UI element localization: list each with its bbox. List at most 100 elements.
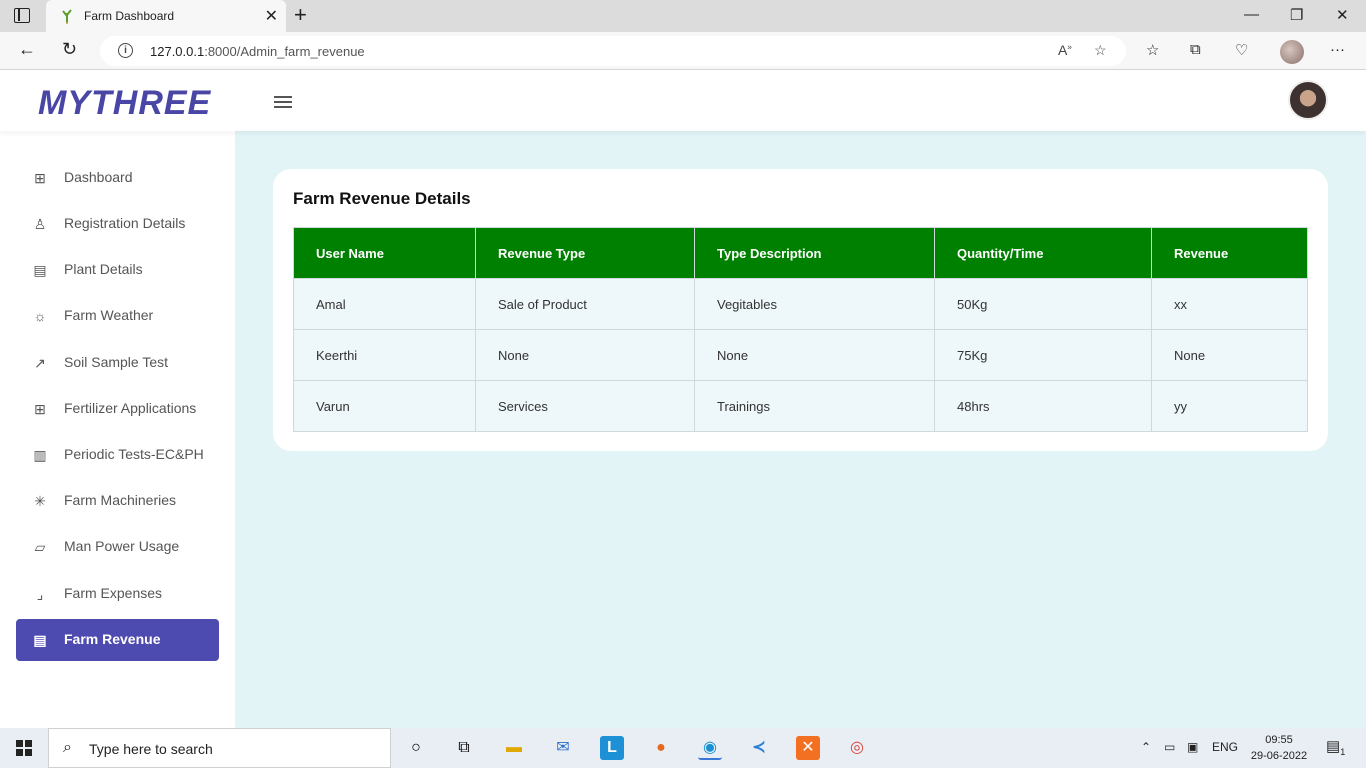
back-icon[interactable]: ← [18,39,36,60]
taskbar-search-input[interactable]: ⌕ Type here to search [48,728,391,768]
notification-count: 1 [1340,747,1346,757]
browser-essentials-icon[interactable]: ♡ [1235,41,1248,59]
column-header: Quantity/Time [934,227,1152,279]
table-cell: 50Kg [934,278,1152,330]
revenue-card: Farm Revenue Details User Name Revenue T… [273,169,1328,451]
minimize-window-icon[interactable]: — [1244,6,1259,23]
xampp-icon[interactable]: ✕ [796,736,820,760]
url-host: 127.0.0.1 [150,44,205,59]
profile-avatar[interactable] [1280,40,1304,64]
chrome-icon[interactable]: ◎ [845,736,869,760]
mail-icon[interactable]: ✉ [551,736,575,760]
tray-device-icon[interactable]: ▭ [1164,740,1175,754]
table-row: Amal Sale of Product Vegitables 50Kg xx [293,278,1308,330]
firefox-icon[interactable]: ● [649,736,673,760]
close-tab-icon[interactable]: ✕ [265,6,278,26]
language-indicator[interactable]: ENG [1212,740,1238,754]
edge-icon[interactable]: ◉ [698,736,722,760]
cortana-icon[interactable]: ○ [404,736,428,760]
revenue-table: User Name Revenue Type Type Description … [293,227,1308,432]
windows-start-icon[interactable] [16,740,32,756]
table-cell: None [694,329,935,381]
read-aloud-icon[interactable]: A» [1058,42,1072,58]
table-cell: Trainings [694,380,935,432]
sidebar-item-label: Registration Details [64,215,186,231]
sidebar-item-man-power-usage[interactable]: ▱ Man Power Usage [16,526,219,568]
close-window-icon[interactable]: ✕ [1336,6,1349,24]
vscode-icon[interactable]: ≺ [747,736,771,760]
card-title: Farm Revenue Details [293,189,471,208]
task-view-icon[interactable]: ⧉ [452,736,476,760]
clock-date: 29-06-2022 [1250,750,1308,762]
table-cell: Keerthi [293,329,476,381]
app-l-icon[interactable]: L [600,736,624,760]
add-favorite-icon[interactable]: ☆ [1094,42,1107,59]
grid-icon: ⊞ [34,170,46,186]
external-link-icon: ↗ [34,355,46,371]
table-cell: yy [1151,380,1308,432]
brand-logo[interactable]: MYTHREE [38,84,211,123]
favorites-icon[interactable]: ☆ [1146,41,1159,59]
browser-tab[interactable]: Farm Dashboard ✕ [46,0,286,32]
loader-icon: ✳ [34,493,46,509]
sidebar-item-label: Farm Weather [64,307,154,323]
table-row: Varun Services Trainings 48hrs yy [293,380,1308,432]
sidebar-item-periodic-tests[interactable]: ▥ Periodic Tests-EC&PH [16,434,219,476]
sidebar-item-label: Farm Machineries [64,492,177,508]
info-icon[interactable]: i [118,43,133,58]
sidebar-item-label: Farm Revenue [64,631,161,647]
new-tab-icon[interactable]: + [294,2,307,28]
tab-title: Farm Dashboard [84,9,175,23]
url-field[interactable]: i 127.0.0.1:8000/Admin_farm_revenue A» ☆ [100,36,1126,66]
url-text: 127.0.0.1:8000/Admin_farm_revenue [150,44,365,59]
table-cell: Vegitables [694,278,935,330]
table-cell: Varun [293,380,476,432]
browser-tab-bar: Farm Dashboard ✕ + — ❐ ✕ [0,0,1366,32]
favicon-icon [62,9,72,24]
hamburger-menu-icon[interactable] [274,96,292,108]
sidebar-item-dashboard[interactable]: ⊞ Dashboard [16,157,219,199]
sidebar-item-label: Periodic Tests-EC&PH [64,446,204,462]
tray-chevron-up-icon[interactable]: ⌃ [1141,740,1151,754]
table-cell: None [475,329,695,381]
main-content: Farm Revenue Details User Name Revenue T… [235,131,1366,728]
map-icon: ▱ [34,539,46,555]
sidebar-item-label: Dashboard [64,169,133,185]
refresh-icon[interactable]: ↻ [62,39,77,60]
restore-window-icon[interactable]: ❐ [1290,6,1303,24]
column-header: User Name [293,227,476,279]
clock-time: 09:55 [1265,734,1293,746]
address-bar-row: ← ↻ i 127.0.0.1:8000/Admin_farm_revenue … [0,32,1366,70]
column-header: Revenue [1151,227,1308,279]
sidebar-item-farm-revenue[interactable]: ▤ Farm Revenue [16,619,219,661]
notification-icon[interactable]: ▤1 [1326,737,1345,757]
sidebar-item-fertilizer-applications[interactable]: ⊞ Fertilizer Applications [16,388,219,430]
taskbar-clock[interactable]: 09:55 29-06-2022 [1247,732,1311,764]
sun-icon: ☼ [33,308,47,324]
sidebar-item-farm-expenses[interactable]: ⌟ Farm Expenses [16,573,219,615]
file-explorer-icon[interactable]: ▬ [502,736,526,760]
search-icon: ⌕ [63,739,72,756]
table-cell: None [1151,329,1308,381]
table-cell: 75Kg [934,329,1152,381]
minimize-icon: ⌟ [36,586,44,602]
file-text-icon: ▤ [33,632,47,648]
table-cell: 48hrs [934,380,1152,432]
sidebar-item-label: Farm Expenses [64,585,163,601]
column-header: Type Description [694,227,935,279]
tab-actions-icon[interactable] [14,8,30,23]
collections-icon[interactable]: ⧉ [1190,41,1201,58]
sidebar-item-farm-weather[interactable]: ☼ Farm Weather [16,295,219,337]
user-icon: ♙ [33,216,47,232]
table-cell: Sale of Product [475,278,695,330]
sidebar-item-plant-details[interactable]: ▤ Plant Details [16,249,219,291]
sidebar-item-farm-machineries[interactable]: ✳ Farm Machineries [16,480,219,522]
sidebar: ⊞ Dashboard ♙ Registration Details ▤ Pla… [0,131,235,728]
more-menu-icon[interactable]: ··· [1330,41,1345,58]
tray-network-icon[interactable]: ▣ [1187,740,1198,754]
table-row: Keerthi None None 75Kg None [293,329,1308,381]
sidebar-item-registration-details[interactable]: ♙ Registration Details [16,203,219,245]
app-header: MYTHREE [0,70,1366,131]
sidebar-item-soil-sample-test[interactable]: ↗ Soil Sample Test [16,342,219,384]
user-avatar[interactable] [1288,80,1328,120]
